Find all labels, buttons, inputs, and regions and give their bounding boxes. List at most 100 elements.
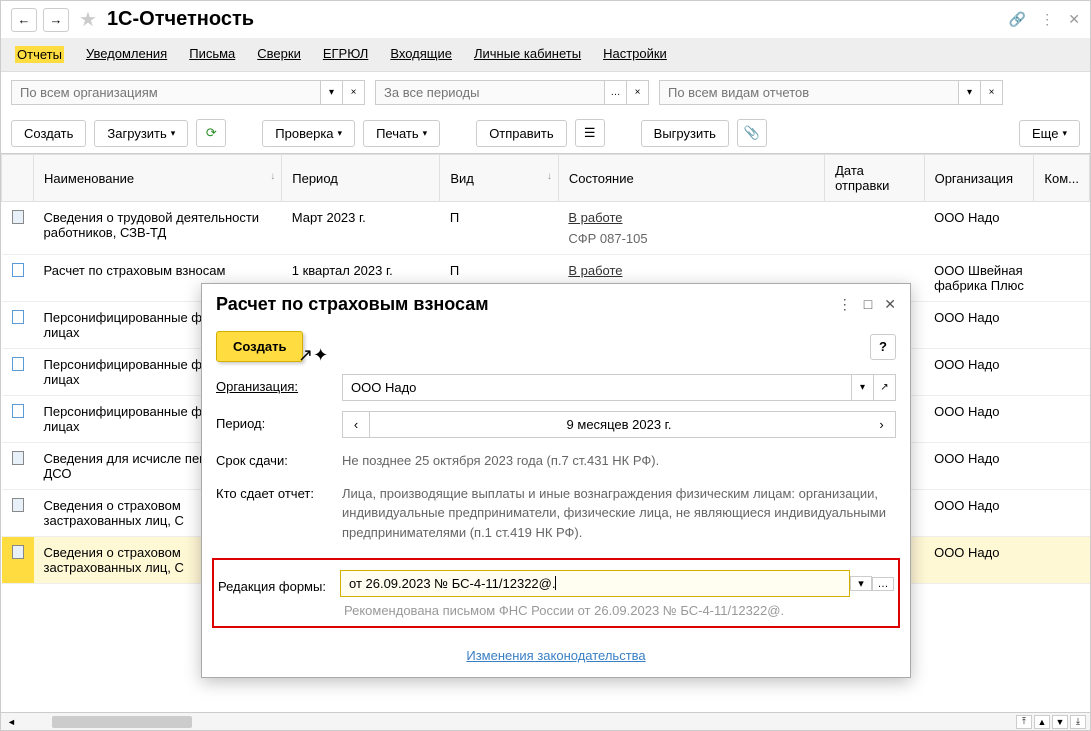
forward-button[interactable]: → — [43, 8, 69, 32]
col-comment[interactable]: Ком... — [1034, 155, 1090, 202]
col-name[interactable]: Наименование↓ — [34, 155, 282, 202]
cell-comment — [1034, 349, 1090, 396]
recom-text: Рекомендована письмом ФНС России от 26.0… — [344, 603, 894, 618]
export-button[interactable]: Выгрузить — [641, 120, 729, 147]
tab-cabinets[interactable]: Личные кабинеты — [474, 46, 581, 63]
cell-org: ООО Надо — [924, 490, 1034, 537]
scroll-bottom[interactable]: ⤓ — [1070, 715, 1086, 729]
tab-notifications[interactable]: Уведомления — [86, 46, 167, 63]
cell-comment — [1034, 443, 1090, 490]
link-icon[interactable]: 🔗 — [1009, 11, 1026, 28]
create-report-modal: Расчет по страховым взносам ⋮ □ ✕ Создат… — [201, 283, 911, 678]
cell-type: П — [440, 202, 558, 255]
modal-menu-icon[interactable]: ⋮ — [838, 296, 852, 313]
cell-org: ООО Надо — [924, 396, 1034, 443]
send-button[interactable]: Отправить — [476, 120, 566, 147]
document-icon — [12, 210, 24, 224]
print-button[interactable]: Печать▾ — [363, 120, 440, 147]
check-button[interactable]: Проверка▾ — [262, 120, 355, 147]
org-input[interactable] — [342, 374, 852, 401]
more-icon[interactable]: ⋮ — [1040, 11, 1054, 28]
modal-maximize-icon[interactable]: □ — [864, 296, 872, 313]
filter-period-clear[interactable]: × — [627, 80, 649, 105]
edition-label: Редакция формы: — [218, 574, 340, 594]
create-button[interactable]: Создать — [11, 120, 86, 147]
document-icon — [12, 263, 24, 277]
col-sent[interactable]: Дата отправки — [825, 155, 924, 202]
cell-period: Март 2023 г. — [282, 202, 440, 255]
cell-comment — [1034, 255, 1090, 302]
scroll-up[interactable]: ▲ — [1034, 715, 1050, 729]
col-period[interactable]: Период — [282, 155, 440, 202]
tab-letters[interactable]: Письма — [189, 46, 235, 63]
table-row[interactable]: Сведения о трудовой деятельности работни… — [2, 202, 1090, 255]
help-button[interactable]: ? — [870, 334, 896, 360]
filter-period[interactable] — [375, 80, 605, 105]
deadline-label: Срок сдачи: — [216, 448, 342, 468]
modal-close-icon[interactable]: ✕ — [884, 296, 896, 313]
horizontal-scrollbar[interactable]: ◄ ⤒ ▲ ▼ ⤓ — [1, 712, 1090, 730]
edition-input[interactable]: от 26.09.2023 № БС-4-11/12322@. — [340, 570, 850, 597]
document-icon — [12, 451, 24, 465]
cell-org: ООО Швейная фабрика Плюс — [924, 255, 1034, 302]
refresh-button[interactable]: ⟳ — [196, 119, 226, 147]
law-changes-link[interactable]: Изменения законодательства — [466, 648, 645, 663]
who-text: Лица, производящие выплаты и иные вознаг… — [342, 481, 896, 543]
title-bar: ← → ★ 1С-Отчетность 🔗 ⋮ ✕ — [1, 1, 1090, 38]
cell-comment — [1034, 490, 1090, 537]
org-open[interactable]: ↗ — [874, 374, 896, 401]
edition-highlight: Редакция формы: от 26.09.2023 № БС-4-11/… — [212, 558, 900, 628]
more-button[interactable]: Еще▾ — [1019, 120, 1080, 147]
document-icon — [12, 545, 24, 559]
period-label: Период: — [216, 411, 342, 431]
period-prev[interactable]: ‹ — [342, 411, 370, 438]
back-button[interactable]: ← — [11, 8, 37, 32]
filter-period-more[interactable]: … — [605, 80, 627, 105]
who-label: Кто сдает отчет: — [216, 481, 342, 501]
edition-more[interactable]: … — [872, 577, 894, 591]
col-state[interactable]: Состояние — [558, 155, 824, 202]
filter-type[interactable] — [659, 80, 959, 105]
col-org[interactable]: Организация — [924, 155, 1034, 202]
favorite-icon[interactable]: ★ — [79, 7, 97, 32]
edition-dropdown[interactable]: ▾ — [850, 576, 872, 591]
cell-org: ООО Надо — [924, 537, 1034, 584]
filter-org[interactable] — [11, 80, 321, 105]
cell-name: Сведения о трудовой деятельности работни… — [34, 202, 282, 255]
cell-sent — [825, 202, 924, 255]
tab-reconciliation[interactable]: Сверки — [257, 46, 301, 63]
cell-comment — [1034, 302, 1090, 349]
document-icon — [12, 404, 24, 418]
tabs-bar: Отчеты Уведомления Письма Сверки ЕГРЮЛ В… — [1, 38, 1090, 72]
filter-org-clear[interactable]: × — [343, 80, 365, 105]
period-next[interactable]: › — [868, 411, 896, 438]
scroll-top[interactable]: ⤒ — [1016, 715, 1032, 729]
period-display: 9 месяцев 2023 г. — [370, 411, 868, 438]
cell-org: ООО Надо — [924, 349, 1034, 396]
tab-settings[interactable]: Настройки — [603, 46, 667, 63]
cell-state: В работеСФР 087-105 — [558, 202, 824, 255]
tab-egrul[interactable]: ЕГРЮЛ — [323, 46, 368, 63]
toolbar: Создать Загрузить▾ ⟳ Проверка▾ Печать▾ О… — [1, 113, 1090, 153]
cell-org: ООО Надо — [924, 202, 1034, 255]
org-label: Организация: — [216, 374, 342, 394]
page-title: 1С-Отчетность — [107, 8, 1003, 31]
deadline-text: Не позднее 25 октября 2023 года (п.7 ст.… — [342, 448, 896, 471]
close-icon[interactable]: ✕ — [1068, 11, 1080, 28]
tab-reports[interactable]: Отчеты — [15, 46, 64, 63]
org-dropdown[interactable]: ▾ — [852, 374, 874, 401]
list-button[interactable]: ☰ — [575, 119, 605, 147]
cell-comment — [1034, 396, 1090, 443]
tab-incoming[interactable]: Входящие — [390, 46, 452, 63]
cell-comment — [1034, 202, 1090, 255]
modal-create-button[interactable]: Создать — [216, 331, 303, 362]
load-button[interactable]: Загрузить▾ — [94, 120, 188, 147]
filter-type-dropdown[interactable]: ▾ — [959, 80, 981, 105]
cell-comment — [1034, 537, 1090, 584]
scroll-down[interactable]: ▼ — [1052, 715, 1068, 729]
attach-button[interactable]: 📎 — [737, 119, 767, 147]
modal-title: Расчет по страховым взносам — [216, 294, 838, 315]
filter-org-dropdown[interactable]: ▾ — [321, 80, 343, 105]
filter-type-clear[interactable]: × — [981, 80, 1003, 105]
col-type[interactable]: Вид↓ — [440, 155, 558, 202]
